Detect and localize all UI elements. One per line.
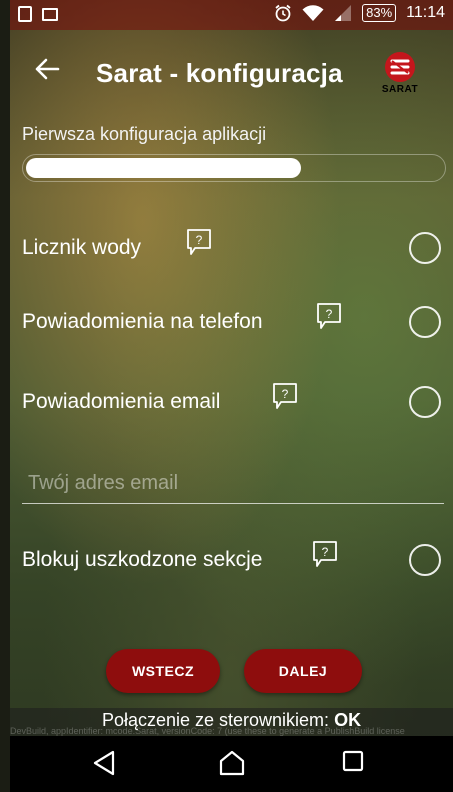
svg-text:?: ?	[196, 233, 203, 247]
nav-home-icon[interactable]	[218, 750, 246, 776]
back-button[interactable]: WSTECZ	[106, 649, 220, 693]
logo-text: SARAT	[381, 84, 419, 95]
notification-a-icon	[18, 6, 32, 22]
progress-label: Pierwsza konfiguracja aplikacji	[22, 124, 267, 144]
email-field-wrapper	[22, 464, 450, 504]
system-nav-bar	[10, 736, 453, 792]
image-notification-icon	[42, 8, 58, 21]
connection-footer: DevBuild, appIdentifier: mcode.Sarat, ve…	[10, 708, 453, 736]
battery-indicator: 83%	[362, 4, 397, 22]
nav-back-icon[interactable]	[92, 750, 116, 776]
connection-label: Połączenie ze sterownikiem:	[101, 710, 330, 730]
svg-text:?: ?	[326, 307, 333, 321]
option-block-damaged-sections: Blokuj uszkodzone sekcje ?	[22, 536, 453, 586]
status-time: 11:14	[406, 4, 445, 21]
option-water-meter: Licznik wody ?	[22, 224, 453, 274]
page-title: Sarat - konfiguracja	[96, 58, 343, 88]
option-phone-notifications: Powiadomienia na telefon ?	[22, 298, 453, 348]
sarat-logo: SARAT	[376, 50, 424, 100]
wifi-icon	[302, 5, 324, 21]
option-label: Blokuj uszkodzone sekcje	[22, 548, 263, 571]
connection-value: OK	[334, 710, 362, 730]
status-bar: 83% 11:14	[10, 0, 453, 30]
svg-text:?: ?	[282, 387, 289, 401]
nav-recent-apps-icon[interactable]	[342, 750, 364, 772]
connection-status: Połączenie ze sterownikiem: OK	[10, 710, 453, 731]
option-label: Powiadomienia email	[22, 390, 221, 413]
phone-notifications-radio[interactable]	[409, 306, 441, 338]
app-bar: Sarat - konfiguracja SARAT	[10, 30, 453, 114]
help-bubble-icon[interactable]: ?	[272, 382, 298, 410]
sarat-logo-icon	[385, 52, 415, 82]
progress-fill	[26, 158, 301, 178]
block-damaged-sections-radio[interactable]	[409, 544, 441, 576]
alarm-icon	[275, 4, 291, 22]
option-label: Licznik wody	[22, 236, 142, 259]
option-email-notifications: Powiadomienia email ?	[22, 378, 453, 428]
help-bubble-icon[interactable]: ?	[316, 302, 342, 330]
email-notifications-radio[interactable]	[409, 386, 441, 418]
progress-bar	[22, 154, 446, 182]
help-bubble-icon[interactable]: ?	[186, 228, 212, 256]
signal-icon	[335, 5, 352, 21]
svg-text:?: ?	[322, 545, 329, 559]
app-screen: 83% 11:14 Sarat - konfiguracja SARAT Pie…	[10, 0, 453, 792]
back-arrow-icon[interactable]	[34, 56, 60, 82]
email-field[interactable]	[22, 464, 450, 502]
water-meter-radio[interactable]	[409, 232, 441, 264]
option-label: Powiadomienia na telefon	[22, 310, 263, 333]
help-bubble-icon[interactable]: ?	[312, 540, 338, 568]
next-button[interactable]: DALEJ	[244, 649, 362, 693]
